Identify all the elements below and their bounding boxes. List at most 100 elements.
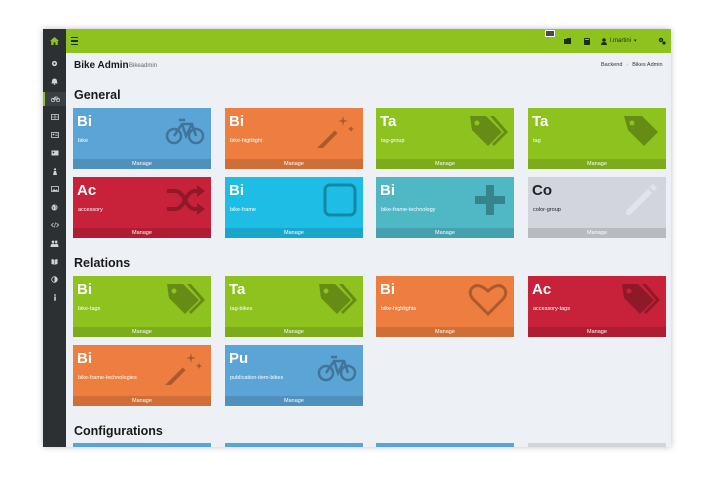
sidebar — [43, 53, 66, 447]
manage-button[interactable]: Manage — [73, 327, 211, 337]
settings-button[interactable] — [657, 35, 666, 47]
contrast-icon — [51, 275, 58, 283]
tile-abbr: Bi — [77, 113, 92, 130]
tag-icon — [624, 116, 658, 146]
tile-name: color-group — [533, 207, 561, 213]
tile-accessory[interactable]: Ac accessory Manage — [73, 177, 211, 238]
sidebar-item-theme[interactable] — [43, 272, 66, 286]
breadcrumb: Backend › Bikes Admin — [601, 62, 663, 68]
book-button[interactable] — [583, 35, 591, 47]
tile-bike[interactable]: Bi bike Manage — [73, 108, 211, 169]
tile-color-group[interactable]: Co color-group Manage — [528, 177, 666, 238]
sidebar-item-settings[interactable] — [43, 56, 66, 70]
tile-name: bike-frame-technology — [381, 207, 436, 213]
tile-bike-frame[interactable]: Bi bike-frame Manage — [225, 177, 363, 238]
manage-button[interactable]: Manage — [225, 327, 363, 337]
manage-button[interactable]: Manage — [528, 228, 666, 238]
tile-abbr: Ta — [532, 113, 549, 130]
tile-strip[interactable] — [73, 443, 211, 447]
sidebar-item-users[interactable] — [43, 236, 66, 250]
gear-icon — [51, 60, 58, 66]
manage-button[interactable]: Manage — [73, 159, 211, 169]
manage-button[interactable]: Manage — [376, 327, 514, 337]
tile-tag-bikes[interactable]: Ta tag-bikes Manage — [225, 276, 363, 337]
plus-icon — [475, 185, 505, 215]
sidebar-item-code[interactable] — [43, 218, 66, 232]
person-icon — [52, 167, 57, 175]
tile-abbr: Ac — [532, 281, 552, 298]
folder-icon — [563, 38, 571, 44]
sidebar-item-notifications[interactable] — [43, 74, 66, 88]
menu-toggle-button[interactable] — [71, 35, 81, 47]
section-title-general: General — [74, 88, 121, 102]
caret-down-icon: ▾ — [634, 38, 637, 44]
tags-icon — [319, 284, 357, 314]
info-icon — [53, 293, 56, 301]
manage-button[interactable]: Manage — [73, 396, 211, 406]
sidebar-item-media[interactable] — [43, 182, 66, 196]
tile-accessory-tags[interactable]: Ac accessory-tags Manage — [528, 276, 666, 337]
menu-icon — [71, 36, 78, 39]
user-menu[interactable]: l.martini ▾ — [601, 35, 637, 47]
page-subtitle: Bikeadmin — [129, 63, 158, 69]
manage-button[interactable]: Manage — [225, 159, 363, 169]
sidebar-item-info[interactable] — [43, 290, 66, 304]
manage-button[interactable]: Manage — [225, 396, 363, 406]
tile-abbr: Ac — [77, 182, 97, 199]
breadcrumb-backend[interactable]: Backend — [601, 62, 622, 68]
tags-icon — [167, 284, 205, 314]
gears-icon — [658, 37, 666, 45]
tile-abbr: Ta — [229, 281, 246, 298]
bicycle-icon — [317, 355, 357, 382]
tile-name: tag — [533, 138, 541, 144]
tile-abbr: Pu — [229, 350, 249, 367]
tile-bike-highlights[interactable]: Bi bike-highlights Manage — [376, 276, 514, 337]
home-button[interactable] — [43, 29, 66, 53]
tile-bike-tags[interactable]: Bi bike-tags Manage — [73, 276, 211, 337]
tile-name: bike-frame-technologies — [78, 375, 137, 381]
top-navbar: l.martini ▾ — [43, 29, 671, 53]
manage-button[interactable]: Manage — [376, 228, 514, 238]
tile-bike-frame-technology[interactable]: Bi bike-frame-technology Manage — [376, 177, 514, 238]
breadcrumb-separator: › — [626, 62, 629, 68]
magic-wand-icon — [165, 353, 202, 385]
sidebar-item-person[interactable] — [43, 164, 66, 178]
tile-strip[interactable] — [528, 443, 666, 447]
manage-button[interactable]: Manage — [528, 327, 666, 337]
bell-icon — [51, 78, 58, 85]
manage-button[interactable]: Manage — [528, 159, 666, 169]
tile-strip[interactable] — [376, 443, 514, 447]
manage-button[interactable]: Manage — [73, 228, 211, 238]
tile-abbr: Bi — [77, 281, 92, 298]
tile-name: accessory-tags — [533, 306, 570, 312]
section-title-relations: Relations — [74, 256, 131, 270]
sidebar-item-grid[interactable] — [43, 110, 66, 124]
folder-button[interactable] — [563, 35, 571, 47]
tags-icon — [622, 284, 660, 314]
breadcrumb-bikes-admin: Bikes Admin — [632, 62, 663, 68]
sidebar-item-library[interactable] — [43, 254, 66, 268]
sidebar-item-contacts[interactable] — [43, 128, 66, 142]
tile-name: publication-item-bikes — [230, 375, 284, 381]
tile-strip[interactable] — [225, 443, 363, 447]
manage-button[interactable]: Manage — [376, 159, 514, 169]
tile-tag[interactable]: Ta tag Manage — [528, 108, 666, 169]
section-title-configurations: Configurations — [74, 424, 163, 438]
tile-name: bike-highlights — [381, 306, 417, 312]
tile-name: tag-bikes — [230, 306, 253, 312]
tile-name: bike-frame — [230, 207, 256, 213]
id-card-icon — [51, 150, 58, 156]
manage-button[interactable]: Manage — [225, 228, 363, 238]
tile-name: bike-tags — [78, 306, 101, 312]
tile-publication-item-bikes[interactable]: Pu publication-item-bikes Manage — [225, 345, 363, 406]
book-icon — [584, 37, 590, 45]
image-icon — [50, 186, 59, 192]
tile-bike-frame-technologies[interactable]: Bi bike-frame-technologies Manage — [73, 345, 211, 406]
tile-bike-highlight[interactable]: Bi bike-highlight Manage — [225, 108, 363, 169]
sidebar-item-world[interactable] — [43, 200, 66, 214]
sidebar-item-bikes[interactable] — [43, 92, 66, 106]
users-icon — [50, 240, 59, 247]
tile-tag-group[interactable]: Ta tag-group Manage — [376, 108, 514, 169]
sidebar-item-cards[interactable] — [43, 146, 66, 160]
tile-abbr: Bi — [229, 113, 244, 130]
